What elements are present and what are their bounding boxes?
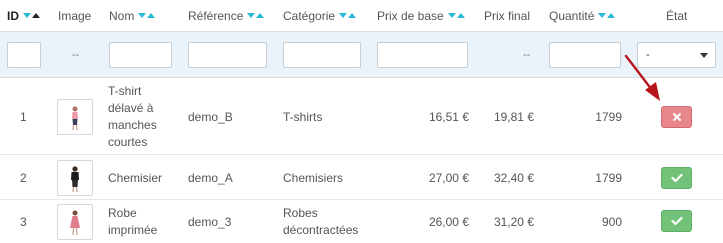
row-quantite: 1799 [595,110,622,124]
row-prix-base: 27,00 € [428,171,469,185]
row-prix-final: 32,40 € [493,171,534,185]
row-quantite: 1799 [595,171,622,185]
filter-row: -- -- - [0,32,723,78]
filter-prix-final-placeholder: -- [523,49,531,61]
sort-asc-icon[interactable] [607,13,616,19]
row-reference: demo_A [188,171,233,185]
col-header-categorie-label: Catégorie [283,9,336,23]
row-categorie-line: décontractées [283,223,359,237]
products-grid: ID Image Nom Référence Catégorie Prix de… [0,0,723,243]
table-row[interactable]: 1 T-shirt délavé à manches courtes demo_… [0,79,723,155]
sort-arrows-id[interactable] [23,0,41,31]
row-reference: demo_3 [188,215,232,229]
check-icon [670,173,683,183]
row-nom: T-shirt délavé à manches courtes [108,83,157,151]
row-nom-line: courtes [108,135,148,149]
col-header-prix-final-label: Prix final [484,9,531,23]
status-disabled-button[interactable] [661,106,692,128]
row-id: 2 [20,171,27,185]
col-header-image-label: Image [58,9,92,23]
sort-arrows-nom[interactable] [138,0,156,31]
annotation-arrow-icon [624,54,660,101]
col-header-prix-base[interactable]: Prix de base [377,0,466,32]
col-header-id-label: ID [7,9,19,23]
sort-asc-icon[interactable] [147,13,156,19]
col-header-categorie[interactable]: Catégorie [283,0,357,32]
row-categorie: T-shirts [283,110,323,124]
row-categorie: Robes décontractées [283,205,358,239]
filter-prix-base-input[interactable] [377,42,468,68]
dress-model-thumbnail-icon[interactable] [57,204,93,240]
check-icon [670,216,683,226]
filter-nom-input[interactable] [109,42,172,68]
row-prix-base: 16,51 € [428,110,469,124]
status-enabled-button[interactable] [661,167,692,189]
sort-asc-icon[interactable] [348,13,357,19]
table-header: ID Image Nom Référence Catégorie Prix de… [0,0,723,32]
sort-desc-icon[interactable] [447,13,456,19]
sort-arrows-quantite[interactable] [598,0,616,31]
sort-desc-icon[interactable] [23,13,31,19]
col-header-etat-label: État [666,9,688,23]
sort-desc-icon[interactable] [138,13,147,19]
row-categorie-line: Robes [283,206,318,220]
col-header-etat: État [666,0,687,32]
row-prix-final: 19,81 € [493,110,534,124]
row-nom: Chemisier [108,171,163,185]
sort-desc-icon[interactable] [247,13,256,19]
col-header-prix-final: Prix final [484,0,530,32]
table-row[interactable]: 3 Robe imprimée demo_3 Robes décontracté… [0,201,723,243]
col-header-image: Image [58,0,91,32]
blouse-model-thumbnail-icon[interactable] [57,160,93,196]
chevron-down-icon [700,53,708,58]
sort-arrows-reference[interactable] [247,0,265,31]
filter-quantite-input[interactable] [549,42,621,68]
filter-categorie-input[interactable] [283,42,361,68]
col-header-prix-base-label: Prix de base [377,9,444,23]
row-nom-line: T-shirt [108,84,142,98]
sort-desc-icon[interactable] [339,13,348,19]
col-header-id[interactable]: ID [7,0,41,32]
row-nom-line: délavé à [108,101,154,115]
status-enabled-button[interactable] [661,210,692,232]
sort-arrows-categorie[interactable] [339,0,357,31]
row-nom: Robe imprimée [108,205,157,239]
col-header-reference[interactable]: Référence [188,0,265,32]
row-quantite: 900 [601,215,622,229]
col-header-quantite-label: Quantité [549,9,595,23]
row-nom-line: manches [108,118,157,132]
col-header-nom-label: Nom [109,9,135,23]
sort-arrows-prix-base[interactable] [447,0,466,31]
row-nom-line: Robe [108,206,137,220]
row-id: 1 [20,110,27,124]
sort-asc-icon[interactable] [256,13,265,19]
col-header-reference-label: Référence [188,9,244,23]
table-row[interactable]: 2 Chemisier demo_A Chemisiers 27,00 € 32… [0,156,723,200]
row-id: 3 [20,215,27,229]
filter-reference-input[interactable] [188,42,267,68]
filter-image-placeholder: -- [72,49,80,61]
sort-desc-icon[interactable] [598,13,607,19]
sort-asc-icon[interactable] [32,13,40,19]
col-header-nom[interactable]: Nom [109,0,156,32]
sort-asc-icon[interactable] [456,13,465,19]
tshirt-model-thumbnail-icon[interactable] [57,99,93,135]
row-prix-base: 26,00 € [428,215,469,229]
row-reference: demo_B [188,110,233,124]
close-icon [672,113,681,121]
row-nom-line: imprimée [108,223,158,237]
col-header-quantite[interactable]: Quantité [549,0,616,32]
row-categorie: Chemisiers [283,171,344,185]
filter-id-input[interactable] [7,42,41,68]
row-prix-final: 31,20 € [493,215,534,229]
